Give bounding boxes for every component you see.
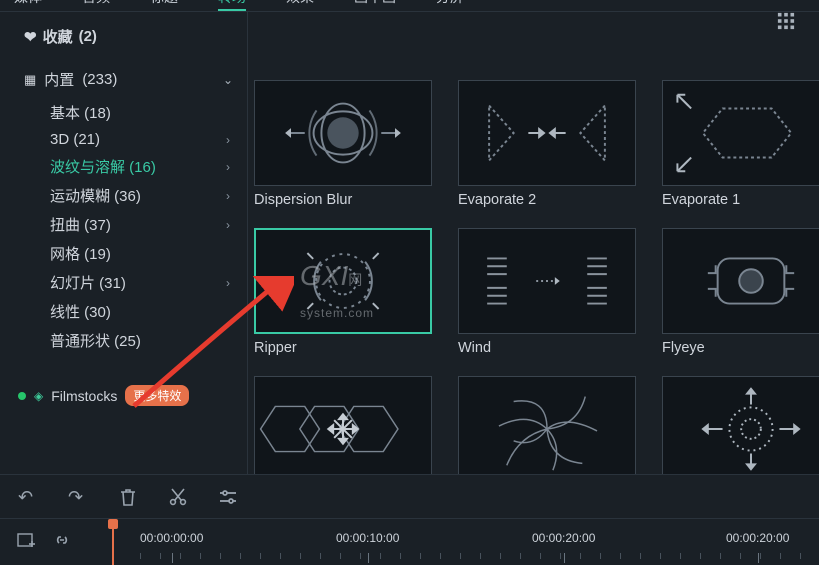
favorites-count: (2)	[79, 28, 97, 45]
effect-thumb[interactable]	[662, 228, 819, 334]
category-扭曲[interactable]: 扭曲 (37) ›	[50, 210, 235, 239]
category-label: 线性 (30)	[50, 301, 111, 322]
undo-button[interactable]: ↶	[18, 487, 38, 507]
category-label: 幻灯片 (31)	[50, 272, 126, 293]
filmstocks-row[interactable]: ◈ Filmstocks 更多特效	[18, 385, 235, 406]
time-tick: 00:00:20:00	[532, 531, 595, 545]
category-线性[interactable]: 线性 (30)	[50, 297, 235, 326]
tab-画中画[interactable]: 画中画	[354, 0, 396, 5]
effect-hex[interactable]	[254, 376, 454, 474]
effect-label: Ripper	[254, 340, 454, 356]
effect-thumb[interactable]	[458, 80, 636, 186]
time-ruler[interactable]: 00:00:00:00 00:00:10:00 00:00:20:00 00:00:2…	[126, 519, 819, 565]
effect-label: Evaporate 2	[458, 192, 658, 208]
heart-icon: ❤	[24, 28, 37, 46]
effect-Evaporate 2[interactable]: Evaporate 2	[458, 80, 658, 208]
filmstocks-label: Filmstocks	[51, 388, 117, 404]
category-label: 运动模糊 (36)	[50, 185, 141, 206]
time-tick: 00:00:00:00	[140, 531, 203, 545]
add-track-button[interactable]	[16, 530, 36, 553]
effect-Wind[interactable]: Wind	[458, 228, 658, 356]
edit-toolbar: ↶ ↷	[0, 474, 819, 518]
builtin-count: (233)	[82, 71, 117, 88]
cut-button[interactable]	[168, 487, 188, 507]
grid-icon: ▦	[24, 72, 36, 88]
tab-效果[interactable]: 效果	[286, 0, 314, 5]
effects-grid: Dispersion BlurEvaporate 2Evaporate 1 Rip…	[254, 30, 819, 474]
category-网格[interactable]: 网格 (19)	[50, 239, 235, 268]
time-tick: 00:00:10:00	[336, 531, 399, 545]
cube-icon: ◈	[34, 389, 43, 403]
tab-媒体[interactable]: 媒体	[14, 0, 42, 5]
tab-标题[interactable]: 标题	[150, 0, 178, 5]
category-label: 3D (21)	[50, 131, 100, 148]
effect-thumb[interactable]	[254, 80, 432, 186]
effect-spread[interactable]	[662, 376, 819, 474]
effect-label: Dispersion Blur	[254, 192, 454, 208]
sidebar: ❤ 收藏 (2) ▦ 内置 (233) ⌄ 基本 (18)3D (21)›波纹与…	[0, 12, 248, 474]
effect-thumb[interactable]	[662, 80, 819, 186]
category-基本[interactable]: 基本 (18)	[50, 98, 235, 127]
category-波纹与溶解[interactable]: 波纹与溶解 (16) ›	[50, 152, 235, 181]
category-label: 扭曲 (37)	[50, 214, 111, 235]
top-tabs: 媒体 音频 标题 转场 效果 画中画 分屏	[0, 0, 819, 12]
effect-Ripper[interactable]: Ripper	[254, 228, 454, 356]
favorites-row[interactable]: ❤ 收藏 (2)	[24, 26, 235, 47]
effect-spiral[interactable]	[458, 376, 658, 474]
effects-panel: Dispersion BlurEvaporate 2Evaporate 1 Rip…	[248, 12, 819, 474]
delete-button[interactable]	[118, 487, 138, 507]
chevron-down-icon: ⌄	[221, 73, 235, 87]
more-effects-badge[interactable]: 更多特效	[125, 385, 189, 406]
timeline[interactable]: 00:00:00:00 00:00:10:00 00:00:20:00 00:00:2…	[0, 518, 819, 564]
tab-转场[interactable]: 转场	[218, 0, 246, 5]
main-split: ❤ 收藏 (2) ▦ 内置 (233) ⌄ 基本 (18)3D (21)›波纹与…	[0, 12, 819, 474]
favorites-label: 收藏	[43, 26, 73, 47]
effect-label: Flyeye	[662, 340, 819, 356]
chevron-right-icon: ›	[221, 276, 235, 290]
effect-thumb[interactable]	[662, 376, 819, 474]
chevron-right-icon: ›	[221, 218, 235, 232]
link-button[interactable]	[52, 530, 72, 553]
tab-分屏[interactable]: 分屏	[436, 0, 464, 5]
category-label: 普通形状 (25)	[50, 330, 141, 351]
grid-view-button[interactable]	[777, 12, 795, 35]
category-3D[interactable]: 3D (21) ›	[50, 127, 235, 152]
category-运动模糊[interactable]: 运动模糊 (36) ›	[50, 181, 235, 210]
redo-button[interactable]: ↷	[68, 487, 88, 507]
category-list: 基本 (18)3D (21)›波纹与溶解 (16)›运动模糊 (36)›扭曲 (…	[50, 98, 235, 355]
playhead[interactable]	[112, 519, 114, 565]
effect-Flyeye[interactable]: Flyeye	[662, 228, 819, 356]
category-label: 基本 (18)	[50, 102, 111, 123]
effect-thumb[interactable]	[254, 376, 432, 474]
category-幻灯片[interactable]: 幻灯片 (31) ›	[50, 268, 235, 297]
chevron-right-icon: ›	[221, 133, 235, 147]
effect-thumb[interactable]	[458, 376, 636, 474]
chevron-right-icon: ›	[221, 189, 235, 203]
effect-Evaporate 1[interactable]: Evaporate 1	[662, 80, 819, 208]
effect-label: Evaporate 1	[662, 192, 819, 208]
builtin-root[interactable]: ▦ 内置 (233) ⌄	[24, 69, 235, 90]
builtin-label: 内置	[44, 69, 74, 90]
effect-label: Wind	[458, 340, 658, 356]
effect-thumb[interactable]	[458, 228, 636, 334]
effect-Dispersion Blur[interactable]: Dispersion Blur	[254, 80, 454, 208]
adjust-button[interactable]	[218, 487, 238, 507]
tab-音频[interactable]: 音频	[82, 0, 110, 5]
status-dot-icon	[18, 392, 26, 400]
category-label: 网格 (19)	[50, 243, 111, 264]
category-普通形状[interactable]: 普通形状 (25)	[50, 326, 235, 355]
time-tick: 00:00:20:00	[726, 531, 789, 545]
category-label: 波纹与溶解 (16)	[50, 156, 156, 177]
effect-thumb[interactable]	[254, 228, 432, 334]
chevron-right-icon: ›	[221, 160, 235, 174]
